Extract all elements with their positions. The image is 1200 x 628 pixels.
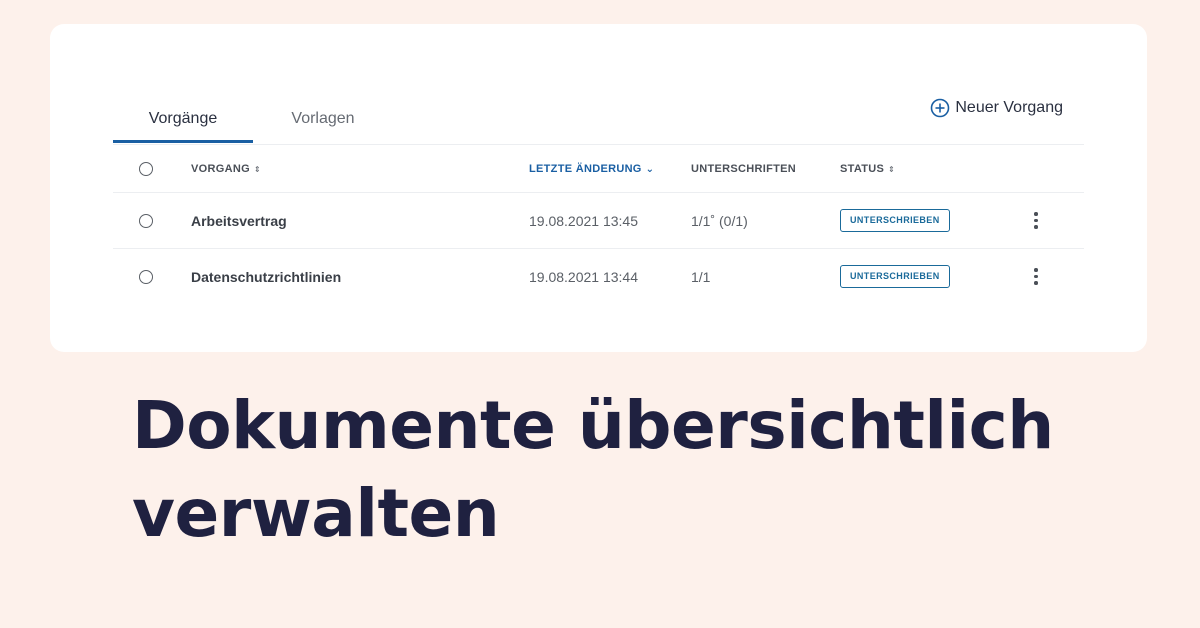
documents-card: Vorgänge Vorlagen Neuer Vorgang VORGANG ⇕…: [50, 24, 1147, 352]
column-header-status-label: STATUS: [840, 162, 885, 175]
table-row[interactable]: Datenschutzrichtlinien 19.08.2021 13:44 …: [113, 248, 1084, 304]
column-header-last-change[interactable]: LETZTE ÄNDERUNG ⌄: [529, 163, 654, 175]
new-process-button[interactable]: Neuer Vorgang: [930, 96, 1063, 120]
row-select-radio[interactable]: [139, 269, 153, 284]
tab-vorlagen[interactable]: Vorlagen: [253, 94, 393, 144]
signature-count: 1/1: [691, 268, 711, 285]
more-options-icon[interactable]: [1028, 211, 1044, 231]
table-row[interactable]: Arbeitsvertrag 19.08.2021 13:45 1/1˚ (0/…: [113, 192, 1084, 248]
tab-vorgaenge-label: Vorgänge: [148, 110, 218, 127]
process-name[interactable]: Arbeitsvertrag: [191, 213, 287, 229]
headline-line-2: verwalten: [132, 475, 500, 552]
sort-icon: ⇕: [253, 164, 261, 174]
column-header-signatures: UNTERSCHRIFTEN: [691, 162, 797, 175]
tab-vorlagen-label: Vorlagen: [291, 110, 355, 127]
process-table: VORGANG ⇕ LETZTE ÄNDERUNG ⌄ UNTERSCHRIFTEN…: [113, 144, 1084, 304]
sort-descending-icon: ⌄: [645, 163, 655, 175]
tab-bar: Vorgänge Vorlagen: [113, 94, 373, 144]
more-options-icon[interactable]: [1028, 267, 1044, 287]
plus-circle-icon: [930, 98, 950, 118]
new-process-label: Neuer Vorgang: [955, 99, 1063, 116]
column-header-vorgang-label: VORGANG: [191, 162, 250, 175]
sort-icon: ⇕: [888, 164, 896, 174]
last-change-date: 19.08.2021 13:44: [529, 268, 638, 285]
headline: Dokumente übersichtlich verwalten: [132, 382, 1132, 558]
signature-count: 1/1˚ (0/1): [691, 212, 748, 229]
tab-vorgaenge[interactable]: Vorgänge: [113, 94, 253, 144]
process-name[interactable]: Datenschutzrichtlinien: [191, 269, 341, 285]
last-change-date: 19.08.2021 13:45: [529, 212, 638, 229]
row-select-radio[interactable]: [139, 213, 153, 228]
active-tab-indicator: [113, 140, 253, 143]
status-badge[interactable]: UNTERSCHRIEBEN: [840, 209, 950, 232]
status-badge[interactable]: UNTERSCHRIEBEN: [840, 265, 950, 288]
column-header-vorgang[interactable]: VORGANG ⇕: [191, 163, 261, 175]
table-header-row: VORGANG ⇕ LETZTE ÄNDERUNG ⌄ UNTERSCHRIFTEN…: [113, 144, 1084, 192]
column-header-status[interactable]: STATUS ⇕: [840, 163, 895, 175]
headline-line-1: Dokumente übersichtlich: [132, 387, 1054, 464]
column-header-last-change-label: LETZTE ÄNDERUNG: [529, 162, 642, 175]
select-all-radio[interactable]: [139, 161, 153, 176]
